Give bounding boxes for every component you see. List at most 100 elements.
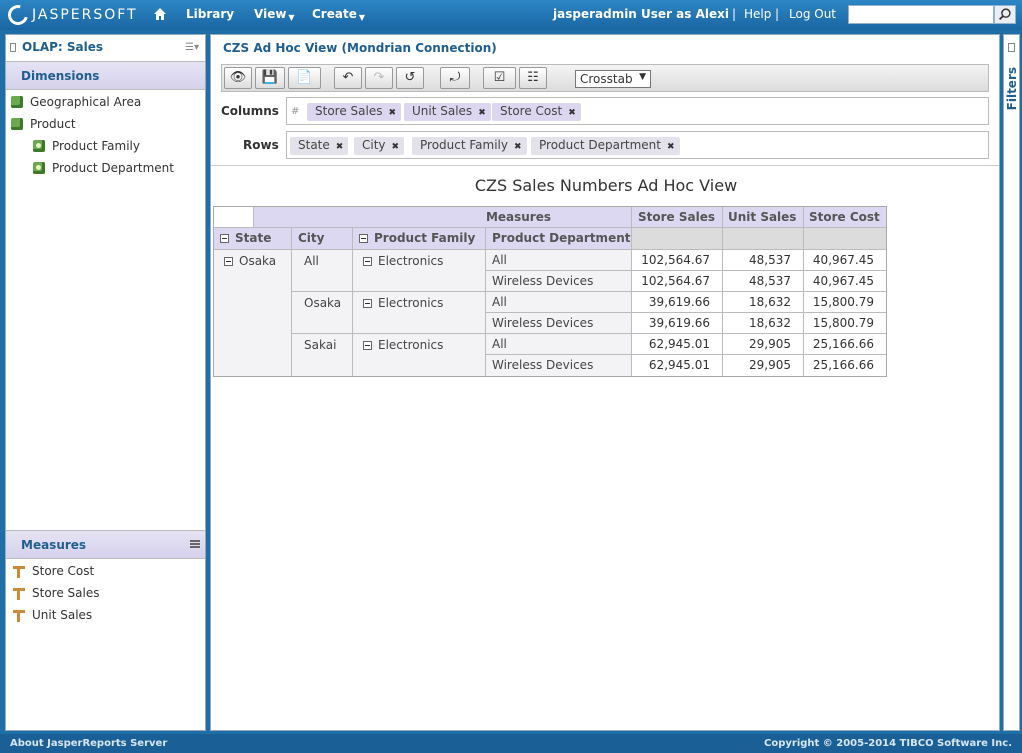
state-cell: Osaka bbox=[214, 250, 292, 376]
value-cell: 25,166.66 bbox=[812, 358, 874, 372]
pill-label: City bbox=[362, 138, 386, 152]
pin-icon[interactable] bbox=[1008, 43, 1015, 52]
row-pill-product-family[interactable]: Product Family ✖ bbox=[412, 137, 527, 155]
columns-drop-zone[interactable]: # Store Sales ✖ Unit Sales ✖ Store Cost ✖ bbox=[286, 97, 989, 125]
dimension-geographical-area[interactable]: Geographical Area bbox=[10, 93, 141, 111]
logout-link[interactable]: Log Out bbox=[789, 7, 836, 21]
columns-label: Columns bbox=[221, 104, 279, 118]
measures-header-cell: Measures bbox=[254, 207, 632, 228]
rows-drop-zone[interactable]: State ✖ City ✖ Product Family ✖ Product Dep… bbox=[286, 131, 989, 159]
dimension-label: Product Department bbox=[52, 161, 174, 175]
export-icon[interactable]: 📄 bbox=[288, 67, 321, 89]
collapse-icon[interactable] bbox=[359, 234, 368, 243]
crosstab-table: Measures Store Sales Unit Sales Store Co… bbox=[213, 206, 887, 377]
collapse-icon[interactable] bbox=[224, 257, 233, 266]
corner-cell bbox=[214, 207, 254, 228]
jaspersoft-logo[interactable]: JASPERSOFT bbox=[4, 1, 138, 29]
city-label: All bbox=[304, 254, 319, 268]
measure-label: Unit Sales bbox=[32, 608, 93, 622]
pivot-icon[interactable]: ⤾ bbox=[440, 67, 470, 89]
remove-icon[interactable]: ✖ bbox=[478, 108, 486, 118]
query-help-icon[interactable]: ☷ bbox=[519, 67, 547, 89]
dept-label: Wireless Devices bbox=[492, 274, 594, 288]
col-header-unit-sales[interactable]: Unit Sales bbox=[723, 207, 804, 228]
collapse-icon[interactable] bbox=[363, 341, 372, 350]
main-panel: CZS Ad Hoc View (Mondrian Connection) 👁 … bbox=[210, 34, 1000, 731]
dimension-product-department[interactable]: Product Department bbox=[32, 159, 174, 177]
remove-icon[interactable]: ✖ bbox=[392, 142, 400, 152]
measure-store-sales[interactable]: Store Sales bbox=[12, 584, 99, 602]
row-pill-product-department[interactable]: Product Department ✖ bbox=[531, 137, 680, 155]
row-pill-city[interactable]: City ✖ bbox=[354, 137, 405, 155]
family-label: Electronics bbox=[378, 296, 444, 310]
filters-label[interactable]: Filters bbox=[1005, 67, 1019, 110]
measures-hash-icon: # bbox=[291, 106, 300, 117]
collapse-icon[interactable] bbox=[363, 257, 372, 266]
header-label: Product Department bbox=[492, 231, 631, 245]
toolbar: 👁 💾 📄 ↶ ↷ ↺ ⤾ ☑ ☷ Crosstab ▼ bbox=[221, 64, 989, 92]
header-label: Store Sales bbox=[638, 210, 715, 224]
olap-title: OLAP: Sales bbox=[22, 40, 104, 54]
remove-icon[interactable]: ✖ bbox=[667, 142, 675, 152]
city-cell: Sakai bbox=[292, 334, 353, 376]
dimensions-header: Dimensions bbox=[6, 61, 205, 90]
measure-unit-sales[interactable]: Unit Sales bbox=[12, 606, 92, 624]
level-icon bbox=[32, 161, 46, 175]
measure-icon bbox=[12, 586, 26, 600]
collapse-icon[interactable] bbox=[220, 234, 229, 243]
view-type-select[interactable]: Crosstab ▼ bbox=[575, 70, 651, 88]
remove-icon[interactable]: ✖ bbox=[388, 108, 396, 118]
remove-icon[interactable]: ✖ bbox=[336, 142, 344, 152]
library-menu[interactable]: Library bbox=[186, 7, 234, 21]
city-label: Sakai bbox=[304, 338, 337, 352]
search-icon[interactable] bbox=[994, 5, 1016, 24]
column-pill-unit-sales[interactable]: Unit Sales ✖ bbox=[404, 103, 491, 121]
column-pill-store-cost[interactable]: Store Cost ✖ bbox=[492, 103, 581, 121]
pill-label: Store Sales bbox=[315, 104, 383, 118]
panel-menu-icon[interactable]: ☰▾ bbox=[185, 42, 199, 53]
left-panel: OLAP: Sales ☰▾ Dimensions Geographical A… bbox=[5, 34, 206, 731]
measure-label: Store Sales bbox=[32, 586, 100, 600]
options-checklist-icon[interactable]: ☑ bbox=[483, 67, 516, 89]
preview-eye-icon[interactable]: 👁 bbox=[224, 67, 252, 89]
dept-cell: Wireless Devices bbox=[486, 313, 632, 334]
remove-icon[interactable]: ✖ bbox=[568, 108, 576, 118]
create-menu[interactable]: Create ▼ bbox=[312, 7, 365, 22]
dimension-product[interactable]: Product bbox=[10, 115, 76, 133]
view-menu[interactable]: View ▼ bbox=[254, 7, 295, 22]
dept-label: Wireless Devices bbox=[492, 316, 594, 330]
col-header-store-cost[interactable]: Store Cost bbox=[804, 207, 886, 228]
row-header-city[interactable]: City bbox=[292, 228, 353, 250]
row-header-product-department[interactable]: Product Department bbox=[486, 228, 632, 250]
help-link[interactable]: Help bbox=[744, 7, 771, 21]
separator: | bbox=[775, 7, 780, 21]
pill-label: Unit Sales bbox=[412, 104, 473, 118]
value-cell: 48,537 bbox=[723, 271, 804, 292]
remove-icon[interactable]: ✖ bbox=[514, 142, 522, 152]
measure-store-cost[interactable]: Store Cost bbox=[12, 562, 94, 580]
undo-icon[interactable]: ↶ bbox=[334, 67, 362, 89]
row-header-state[interactable]: State bbox=[214, 228, 292, 250]
value-cell: 29,905 bbox=[723, 334, 804, 355]
collapse-icon[interactable] bbox=[363, 299, 372, 308]
redo-icon[interactable]: ↷ bbox=[365, 67, 393, 89]
family-cell: Electronics bbox=[353, 334, 486, 376]
menu-icon[interactable] bbox=[190, 540, 200, 548]
row-pill-state[interactable]: State ✖ bbox=[290, 137, 349, 155]
save-icon[interactable]: 💾 bbox=[255, 67, 285, 89]
family-cell: Electronics bbox=[353, 292, 486, 334]
dimension-label: Geographical Area bbox=[30, 95, 142, 109]
undo-all-icon[interactable]: ↺ bbox=[396, 67, 424, 89]
col-header-store-sales[interactable]: Store Sales bbox=[632, 207, 723, 228]
filters-panel[interactable]: Filters bbox=[1003, 34, 1020, 731]
pin-icon[interactable] bbox=[10, 43, 16, 52]
dimension-product-family[interactable]: Product Family bbox=[32, 137, 140, 155]
row-header-product-family[interactable]: Product Family bbox=[353, 228, 486, 250]
value-cell: 102,564.67 bbox=[632, 250, 723, 271]
column-pill-store-sales[interactable]: Store Sales ✖ bbox=[307, 103, 402, 121]
about-link[interactable]: About JasperReports Server bbox=[10, 738, 167, 749]
dept-cell: All bbox=[486, 292, 632, 313]
search-input[interactable] bbox=[848, 5, 994, 24]
home-icon[interactable] bbox=[153, 7, 167, 21]
value-cell: 25,166.66 bbox=[804, 334, 886, 355]
